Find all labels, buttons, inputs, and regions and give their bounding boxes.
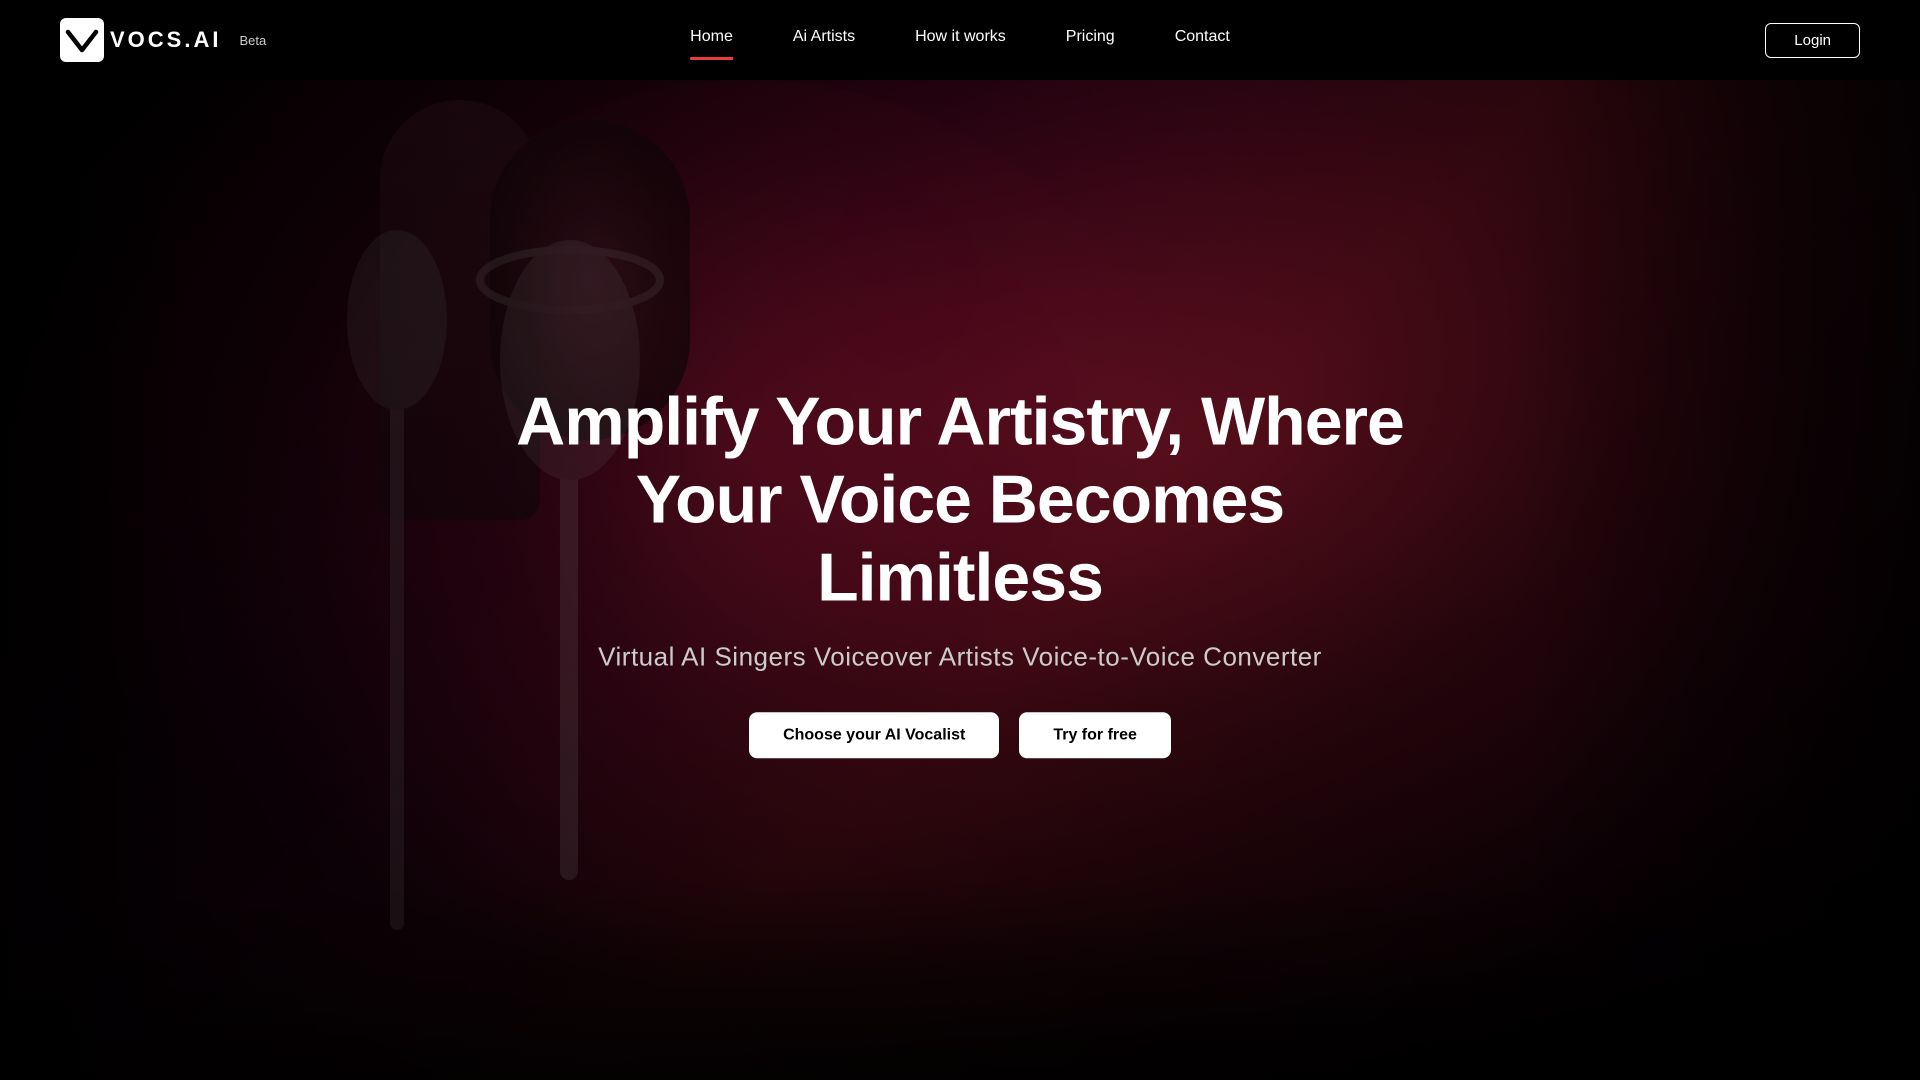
login-button[interactable]: Login <box>1765 23 1860 58</box>
hero-title-line1: Amplify Your Artistry, Where <box>516 383 1404 459</box>
logo-text: VOCS.AI <box>110 27 221 53</box>
hero-title: Amplify Your Artistry, Where Your Voice … <box>510 382 1410 617</box>
hero-content: Amplify Your Artistry, Where Your Voice … <box>510 382 1410 758</box>
try-free-button[interactable]: Try for free <box>1019 712 1171 758</box>
hero-cta-group: Choose your AI Vocalist Try for free <box>510 712 1410 758</box>
logo[interactable]: VOCS.AI <box>60 18 221 62</box>
hero-subtitle: Virtual AI Singers Voiceover Artists Voi… <box>510 641 1410 672</box>
hero-title-line2: Your Voice Becomes Limitless <box>636 461 1284 615</box>
logo-icon <box>60 18 104 62</box>
main-nav: Home Ai Artists How it works Pricing Con… <box>690 28 1230 52</box>
nav-contact[interactable]: Contact <box>1175 28 1230 52</box>
navbar-left: VOCS.AI Beta <box>60 18 266 62</box>
nav-how-it-works[interactable]: How it works <box>915 28 1006 52</box>
choose-vocalist-button[interactable]: Choose your AI Vocalist <box>749 712 999 758</box>
nav-pricing[interactable]: Pricing <box>1066 28 1115 52</box>
hero-section: Amplify Your Artistry, Where Your Voice … <box>0 0 1920 1080</box>
navbar: VOCS.AI Beta Home Ai Artists How it work… <box>0 0 1920 80</box>
nav-ai-artists[interactable]: Ai Artists <box>793 28 855 52</box>
nav-home[interactable]: Home <box>690 28 733 52</box>
beta-badge: Beta <box>239 33 266 48</box>
